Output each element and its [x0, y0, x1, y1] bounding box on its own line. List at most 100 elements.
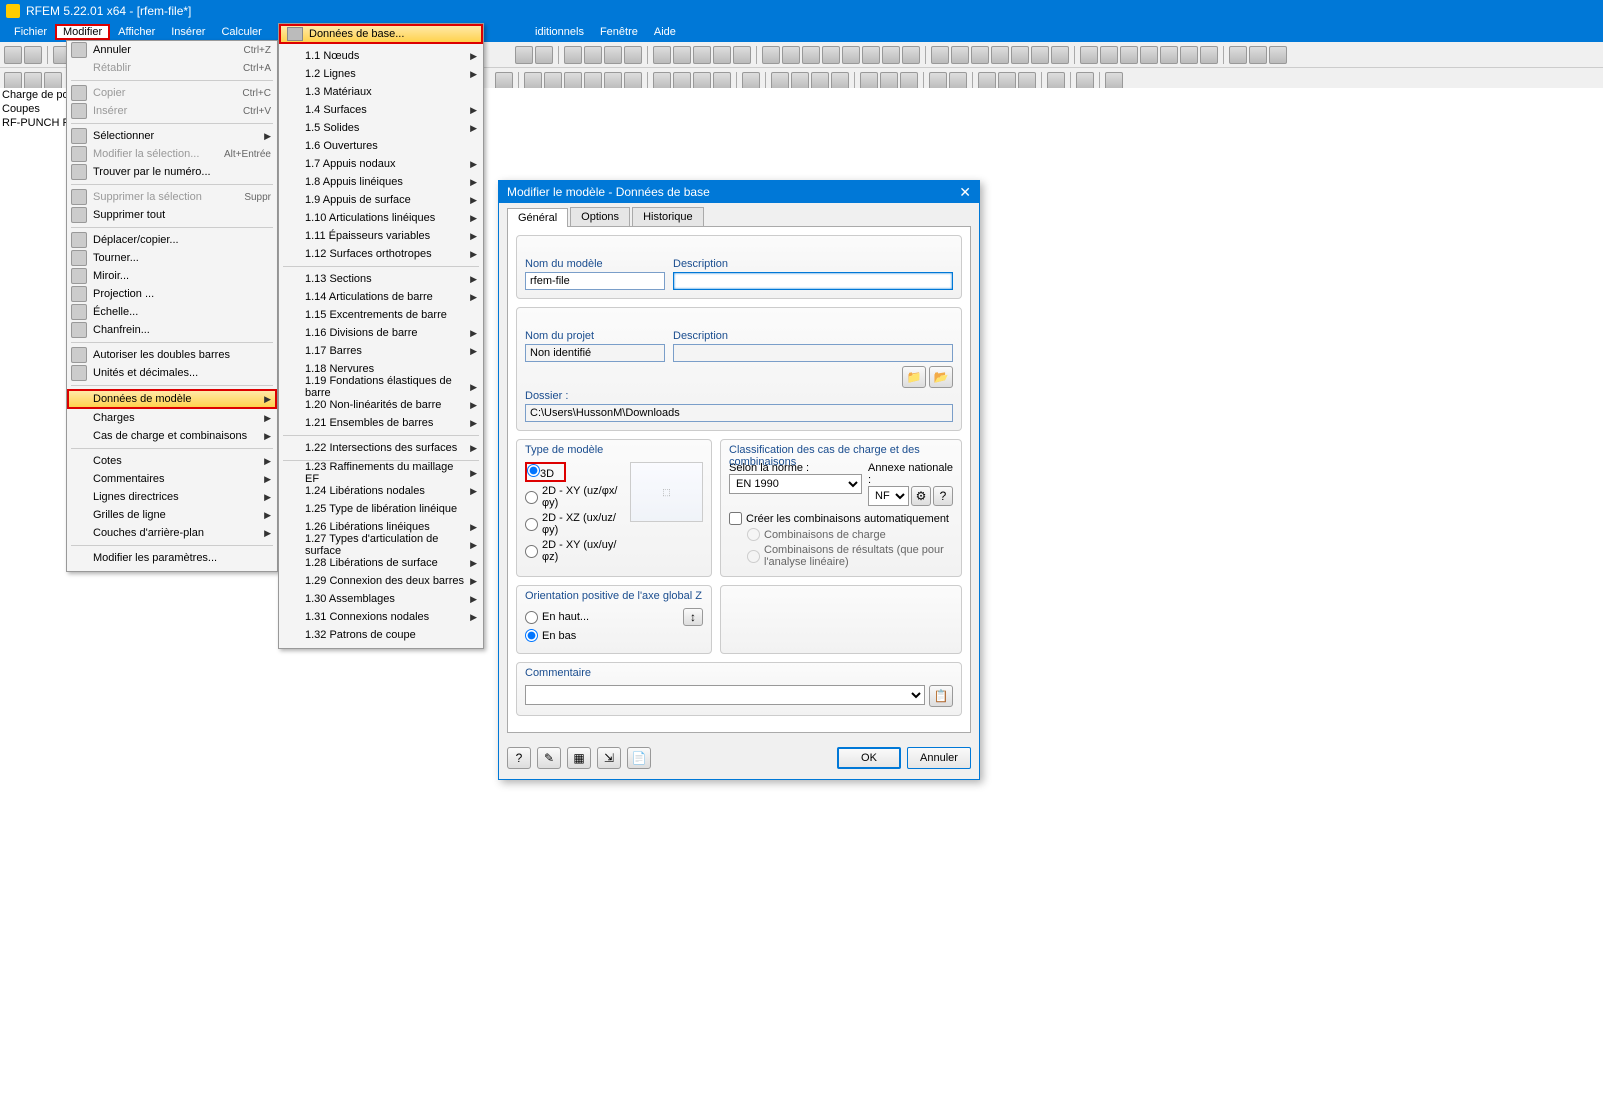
radio-down[interactable]: En bas [525, 629, 703, 642]
up-radio[interactable] [525, 611, 538, 624]
toolbar-icon[interactable] [1160, 46, 1178, 64]
toolbar-icon[interactable] [1105, 72, 1123, 90]
toolbar-icon[interactable] [4, 72, 22, 90]
menu-item[interactable]: Tourner... [67, 249, 277, 267]
toolbar-icon[interactable] [1120, 46, 1138, 64]
menu-item[interactable]: Autoriser les doubles barres [67, 346, 277, 364]
toolbar-icon[interactable] [949, 72, 967, 90]
checkbox-auto-combinations[interactable]: Créer les combinaisons automatiquement [729, 512, 953, 525]
toolbar-icon[interactable] [1100, 46, 1118, 64]
toolbar-icon[interactable] [991, 46, 1009, 64]
toolbar-icon[interactable] [1076, 72, 1094, 90]
menu-item[interactable]: 1.5 Solides▶ [279, 119, 483, 137]
help-icon[interactable]: ? [933, 486, 953, 506]
annex-select[interactable]: NF [868, 486, 909, 506]
toolbar-icon[interactable] [1200, 46, 1218, 64]
toolbar-icon[interactable] [882, 46, 900, 64]
menu-item[interactable]: Chanfrein... [67, 321, 277, 339]
radio-3d-wrap[interactable]: 3D [525, 462, 566, 482]
menu-item[interactable]: 1.1 Nœuds▶ [279, 47, 483, 65]
toolbar-icon[interactable] [762, 46, 780, 64]
menu-item[interactable]: 1.28 Libérations de surface▶ [279, 554, 483, 572]
toolbar-icon[interactable] [742, 72, 760, 90]
clipboard-button-icon[interactable]: 📄 [627, 747, 651, 769]
close-icon[interactable]: ✕ [959, 184, 971, 201]
cancel-button[interactable]: Annuler [907, 747, 971, 769]
toolbar-icon[interactable] [1047, 72, 1065, 90]
toolbar-icon[interactable] [880, 72, 898, 90]
menu-item[interactable]: Échelle... [67, 303, 277, 321]
comment-select[interactable] [525, 685, 925, 705]
menu-item[interactable]: 1.9 Appuis de surface▶ [279, 191, 483, 209]
menu-item[interactable]: Miroir... [67, 267, 277, 285]
toolbar-icon[interactable] [1140, 46, 1158, 64]
model-description-input[interactable] [673, 272, 953, 290]
menu-item[interactable]: Déplacer/copier... [67, 231, 277, 249]
toolbar-icon[interactable] [860, 72, 878, 90]
toolbar-icon[interactable] [495, 72, 513, 90]
toolbar-icon[interactable] [978, 72, 996, 90]
toolbar-icon[interactable] [564, 46, 582, 64]
toolbar-icon[interactable] [971, 46, 989, 64]
menu-item[interactable]: Sélectionner▶ [67, 127, 277, 145]
menu-item[interactable]: 1.8 Appuis linéiques▶ [279, 173, 483, 191]
menu-item[interactable]: Cotes▶ [67, 452, 277, 470]
toolbar-icon[interactable] [564, 72, 582, 90]
toolbar-icon[interactable] [624, 46, 642, 64]
menu-item[interactable]: Données de modèle▶ [67, 389, 277, 409]
menu-item[interactable]: Modifier les paramètres... [67, 549, 277, 567]
auto-combo-checkbox[interactable] [729, 512, 742, 525]
radio-2dxy-input[interactable] [525, 491, 538, 504]
toolbar-icon[interactable] [733, 46, 751, 64]
toolbar-icon[interactable] [929, 72, 947, 90]
menu-item[interactable]: 1.32 Patrons de coupe [279, 626, 483, 644]
folder-open-icon[interactable]: 📁 [902, 366, 926, 388]
calc-button-icon[interactable]: ▦ [567, 747, 591, 769]
menu-item[interactable]: 1.24 Libérations nodales▶ [279, 482, 483, 500]
menu-item[interactable]: Cas de charge et combinaisons▶ [67, 427, 277, 445]
toolbar-icon[interactable] [624, 72, 642, 90]
menu-item[interactable]: 1.30 Assemblages▶ [279, 590, 483, 608]
toolbar-icon[interactable] [842, 46, 860, 64]
menu-item[interactable]: Projection ... [67, 285, 277, 303]
menu-item[interactable]: AnnulerCtrl+Z [67, 41, 277, 59]
toolbar-icon[interactable] [1031, 46, 1049, 64]
radio-3d[interactable] [527, 464, 540, 477]
menu-item[interactable]: 1.20 Non-linéarités de barre▶ [279, 396, 483, 414]
menu-item[interactable]: 1.25 Type de libération linéique [279, 500, 483, 518]
menu-item[interactable]: Grilles de ligne▶ [67, 506, 277, 524]
ok-button[interactable]: OK [837, 747, 901, 769]
radio-2dxy2-input[interactable] [525, 545, 538, 558]
toolbar-icon[interactable] [998, 72, 1016, 90]
tab-historique[interactable]: Historique [632, 207, 704, 226]
tab-general[interactable]: Général [507, 208, 568, 227]
menu-item[interactable]: 1.23 Raffinements du maillage EF▶ [279, 464, 483, 482]
menu-item[interactable]: 1.21 Ensembles de barres▶ [279, 414, 483, 432]
menu-item[interactable]: 1.22 Intersections des surfaces▶ [279, 439, 483, 457]
toolbar-icon[interactable] [900, 72, 918, 90]
toolbar-icon[interactable] [771, 72, 789, 90]
menu-calculer[interactable]: Calculer [213, 24, 269, 40]
menu-item[interactable]: 1.15 Excentrements de barre [279, 306, 483, 324]
toolbar-icon[interactable] [791, 72, 809, 90]
toolbar-icon[interactable] [515, 46, 533, 64]
edit-button-icon[interactable]: ✎ [537, 747, 561, 769]
toolbar-icon[interactable] [604, 72, 622, 90]
menu-item[interactable]: 1.31 Connexions nodales▶ [279, 608, 483, 626]
toolbar-icon[interactable] [902, 46, 920, 64]
toolbar-icon[interactable] [24, 46, 42, 64]
toolbar-icon[interactable] [44, 72, 62, 90]
menu-item[interactable]: Commentaires▶ [67, 470, 277, 488]
menu-item[interactable]: 1.12 Surfaces orthotropes▶ [279, 245, 483, 263]
toolbar-icon[interactable] [584, 46, 602, 64]
gear-icon[interactable]: ⚙ [911, 486, 931, 506]
menu-item[interactable]: 1.2 Lignes▶ [279, 65, 483, 83]
toolbar-icon[interactable] [822, 46, 840, 64]
toolbar-icon[interactable] [524, 72, 542, 90]
toolbar-icon[interactable] [931, 46, 949, 64]
toolbar-icon[interactable] [673, 46, 691, 64]
menu-fenetre[interactable]: Fenêtre [592, 24, 646, 40]
menu-item[interactable]: Lignes directrices▶ [67, 488, 277, 506]
menu-additionnels[interactable]: iditionnels [527, 24, 592, 40]
radio-2d-xz[interactable]: 2D - XZ (ux/uz/φy) [525, 512, 624, 536]
